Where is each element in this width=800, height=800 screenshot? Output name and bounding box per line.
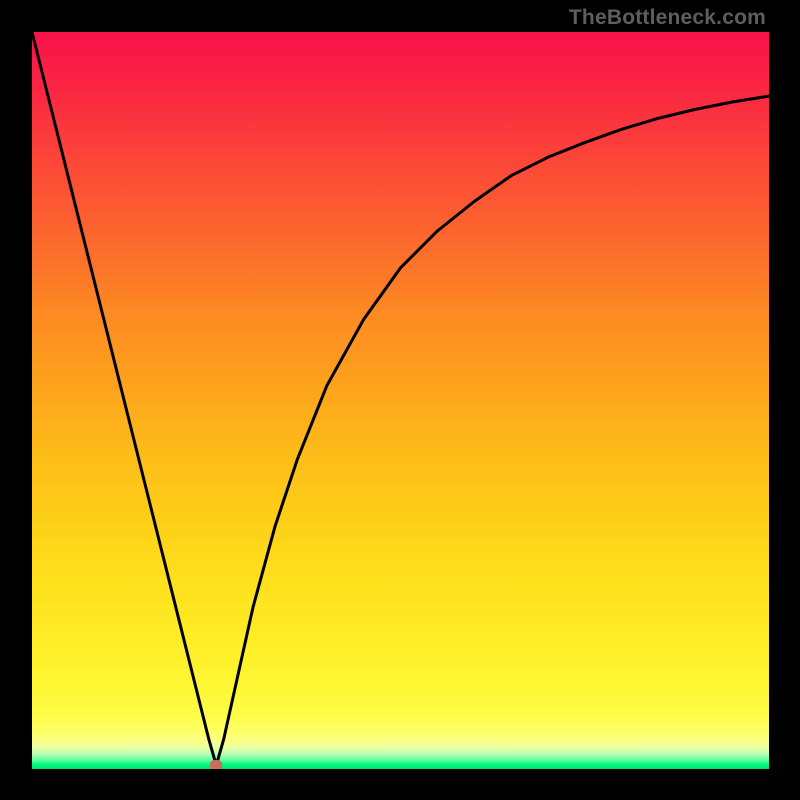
chart-frame: TheBottleneck.com xyxy=(0,0,800,800)
bottleneck-curve xyxy=(32,32,769,769)
attribution-text: TheBottleneck.com xyxy=(569,6,766,30)
optimum-marker xyxy=(210,760,222,769)
plot-area xyxy=(32,32,769,769)
